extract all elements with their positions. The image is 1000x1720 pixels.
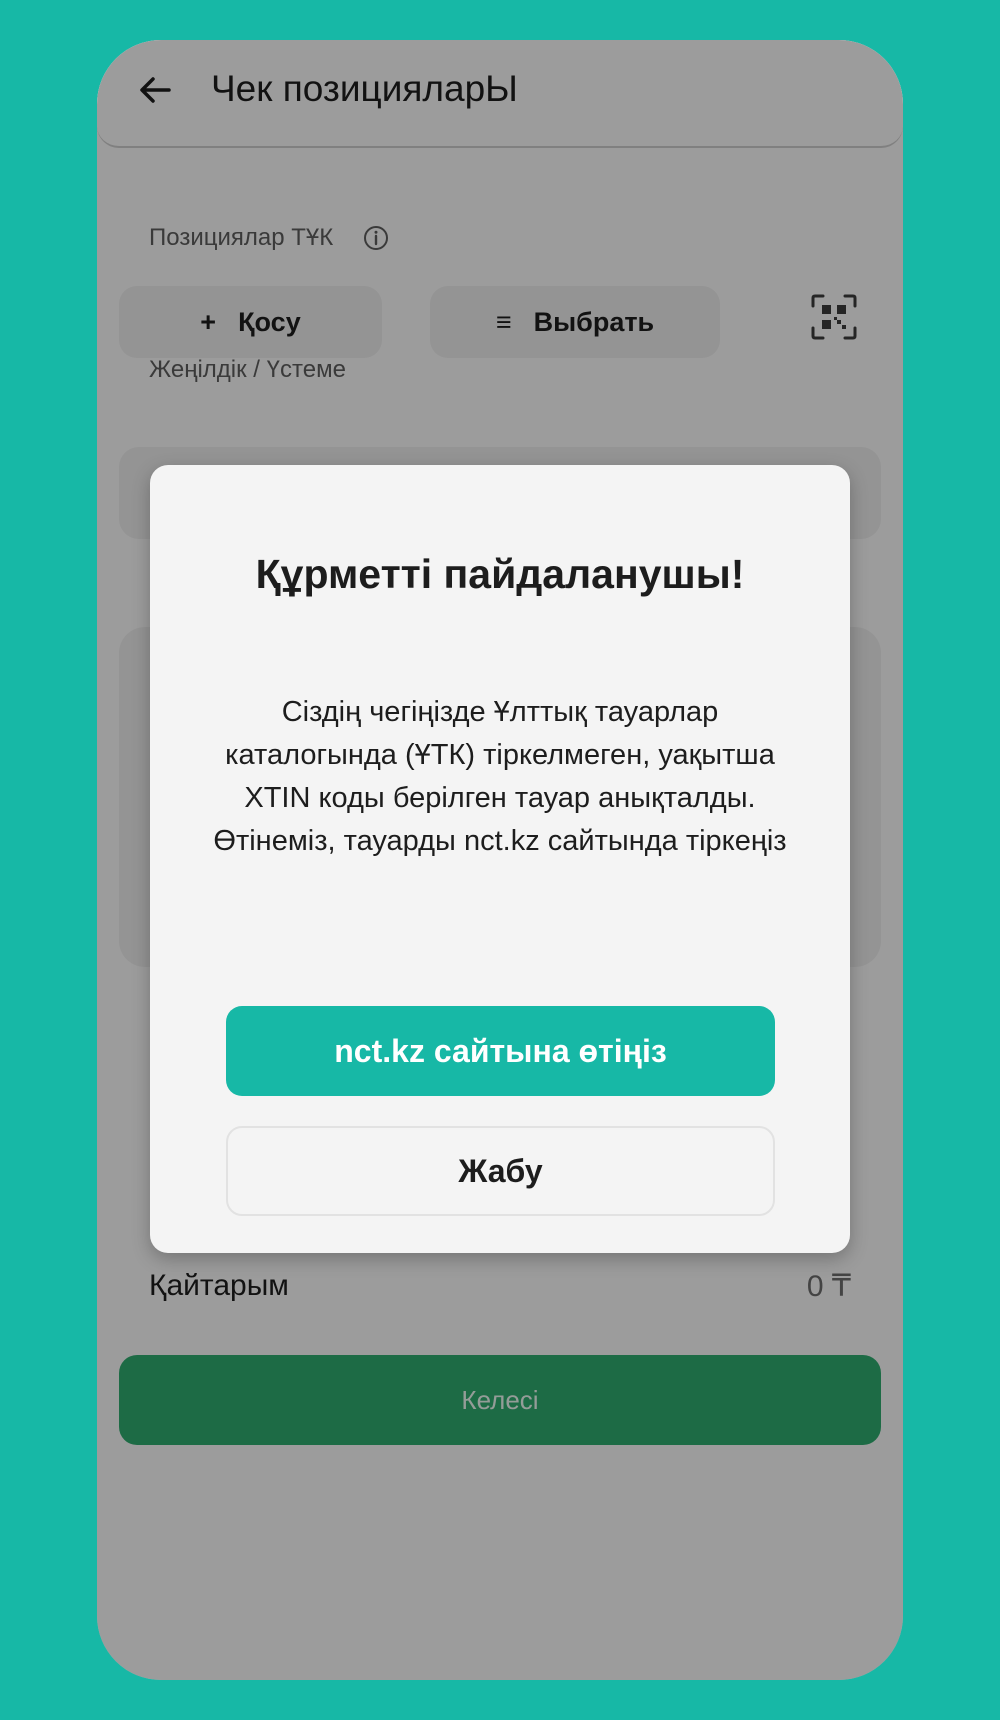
go-to-site-button[interactable]: nct.kz сайтына өтіңіз (226, 1006, 775, 1096)
dialog-message: Сіздің чегіңізде Ұлттық тауарлар каталог… (213, 696, 787, 857)
close-button[interactable]: Жабу (226, 1126, 775, 1216)
alert-dialog: Құрметті пайдаланушы! Сіздің чегіңізде Ұ… (150, 465, 850, 1253)
phone-screen: Чек позицияларЫ Позициялар ТҰК + Қосу ≡ … (97, 40, 903, 1680)
dialog-title: Құрметті пайдаланушы! (255, 551, 745, 597)
